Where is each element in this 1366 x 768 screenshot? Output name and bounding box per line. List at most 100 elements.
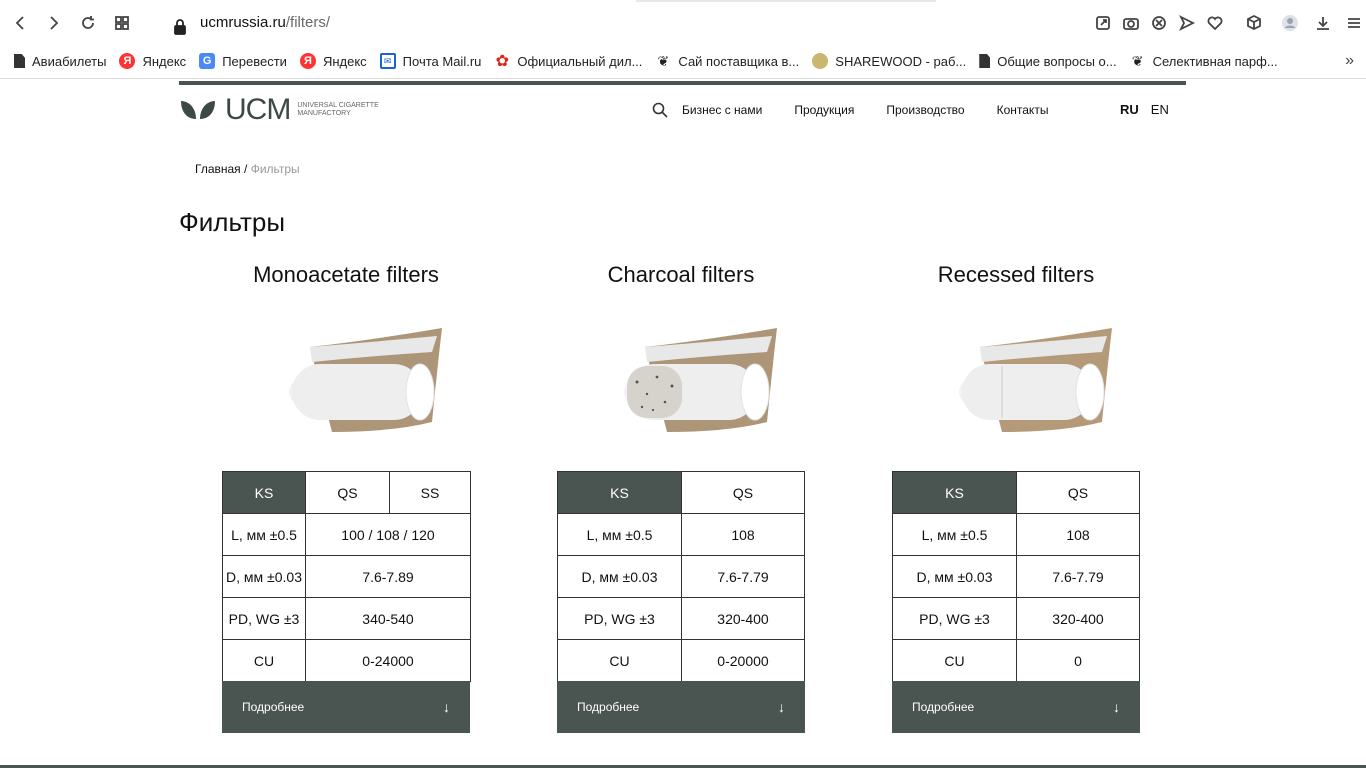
spec-value: 7.6-7.79 (681, 555, 805, 598)
breadcrumb-current: Фильтры (250, 162, 300, 176)
address-bar[interactable]: ucmrussia.ru/filters/ (200, 14, 330, 31)
back-icon[interactable] (6, 9, 34, 37)
bookmark-item[interactable]: ❦ Сай поставщика в... (655, 53, 800, 69)
bookmark-label: Яндекс (142, 53, 187, 69)
bookmarks-more-button[interactable]: » (1345, 52, 1354, 70)
heart-icon[interactable] (1201, 9, 1229, 37)
page-title: Фильтры (179, 207, 286, 237)
spec-label: L, мм ±0.5 (892, 513, 1017, 556)
breadcrumb-home[interactable]: Главная (195, 162, 241, 176)
yandex-icon: Я (299, 53, 316, 69)
send-icon[interactable] (1173, 9, 1201, 37)
arrow-down-icon: ↓ (778, 699, 785, 715)
chrome-divider (0, 78, 1366, 79)
spec-value: 108 (681, 513, 805, 556)
download-icon[interactable] (1309, 9, 1337, 37)
tab-qs[interactable]: QS (305, 471, 390, 514)
url-host: ucmrussia.ru (200, 14, 286, 31)
bookmark-label: Сай поставщика в... (678, 53, 800, 69)
spec-label: CU (557, 639, 682, 682)
tab-qs[interactable]: QS (1016, 471, 1140, 514)
camera-icon[interactable] (1117, 9, 1145, 37)
bookmark-item[interactable]: ❦ Селективная парф... (1130, 53, 1278, 69)
more-label: Подробнее (577, 700, 640, 714)
product-title: Charcoal filters (607, 262, 755, 287)
lang-ru[interactable]: RU (1120, 102, 1139, 117)
more-label: Подробнее (912, 700, 975, 714)
spec-label: PD, WG ±3 (222, 597, 306, 640)
nav-production[interactable]: Производство (886, 103, 964, 117)
bookmark-item[interactable]: Общие вопросы о... (979, 54, 1117, 69)
spec-label: D, мм ±0.03 (557, 555, 682, 598)
spec-value: 0-24000 (305, 639, 471, 682)
tab-ks[interactable]: KS (557, 471, 682, 514)
menu-icon[interactable] (1340, 9, 1366, 37)
more-button[interactable]: Подробнее ↓ (222, 681, 470, 733)
block-icon[interactable] (1145, 9, 1173, 37)
bookmark-label: Авиабилеты (32, 53, 107, 69)
table-row: L, мм ±0.5 108 (557, 513, 805, 556)
more-button[interactable]: Подробнее ↓ (557, 681, 805, 733)
share-icon[interactable] (1089, 9, 1117, 37)
table-row: CU 0-24000 (222, 639, 471, 682)
lock-icon[interactable] (166, 13, 194, 41)
breadcrumb-separator: / (244, 162, 248, 176)
spec-label: L, мм ±0.5 (557, 513, 682, 556)
translate-icon: G (199, 53, 216, 69)
more-button[interactable]: Подробнее ↓ (892, 681, 1140, 733)
search-icon[interactable] (652, 102, 668, 118)
bookmark-item[interactable]: Авиабилеты (14, 54, 106, 69)
tab-ks[interactable]: KS (222, 471, 306, 514)
bookmark-item[interactable]: Я Яндекс (119, 53, 186, 69)
lang-en[interactable]: EN (1151, 102, 1169, 117)
spec-value: 7.6-7.89 (305, 555, 471, 598)
tab-ss[interactable]: SS (389, 471, 471, 514)
specs-table: KS QS L, мм ±0.5 108 D, мм ±0.03 7.6-7.79 PD, … (557, 471, 805, 682)
table-row: CU 0 (892, 639, 1140, 682)
filter-image (587, 322, 787, 442)
language-switcher: RU EN (1120, 102, 1181, 117)
reload-icon[interactable] (74, 9, 102, 37)
forward-icon[interactable] (40, 9, 68, 37)
extensions-icon[interactable] (1240, 9, 1268, 37)
spec-value: 0-20000 (681, 639, 805, 682)
spec-value: 320-400 (1016, 597, 1140, 640)
avatar-icon[interactable] (1276, 9, 1304, 37)
spec-label: PD, WG ±3 (557, 597, 682, 640)
tab-ks[interactable]: KS (892, 471, 1017, 514)
bookmark-item[interactable]: G Перевести (199, 53, 287, 69)
table-row: CU 0-20000 (557, 639, 805, 682)
bookmark-label: Селективная парф... (1152, 53, 1278, 69)
yandex-icon: Я (119, 53, 136, 69)
bookmark-label: SHAREWOOD - раб... (835, 53, 967, 69)
product-card: Recessed filters KS QS L, мм ±0.5 108 D, мм ±… (892, 262, 1140, 733)
product-title: Recessed filters (937, 262, 1095, 287)
bookmarks-bar: Авиабилеты Я Яндекс G Перевести Я Яндекс ✉ П… (0, 46, 1366, 76)
specs-table: KS QS L, мм ±0.5 108 D, мм ±0.03 7.6-7.79 PD, … (892, 471, 1140, 682)
spec-label: L, мм ±0.5 (222, 513, 306, 556)
grid-icon[interactable] (108, 9, 136, 37)
site-logo[interactable]: UCM UNIVERSAL CIGARETTE MANUFACTORY (179, 93, 397, 126)
main-nav: Бизнес с нами Продукция Производство Кон… (652, 102, 1080, 118)
browser-toolbar: ucmrussia.ru/filters/ (0, 0, 1366, 46)
product-card: Charcoal filters KS QS L, мм ±0.5 108 D, мм ±… (557, 262, 805, 733)
spec-value: 0 (1016, 639, 1140, 682)
sharewood-icon (812, 53, 829, 69)
size-tabs: KS QS SS (222, 471, 471, 514)
tab-qs[interactable]: QS (681, 471, 805, 514)
table-row: PD, WG ±3 340-540 (222, 597, 471, 640)
bookmark-item[interactable]: Я Яндекс (299, 53, 367, 69)
bookmark-label: Перевести (222, 53, 287, 69)
bookmark-item[interactable]: ✿ Официальный дил... (494, 53, 643, 70)
specs-table: KS QS SS L, мм ±0.5 100 / 108 / 120 D, мм ±0.… (222, 471, 471, 682)
spec-label: PD, WG ±3 (892, 597, 1017, 640)
bookmark-item[interactable]: SHAREWOOD - раб... (812, 53, 966, 69)
nav-contacts[interactable]: Контакты (997, 103, 1049, 117)
bookmark-item[interactable]: ✉ Почта Mail.ru (379, 53, 481, 69)
nav-business[interactable]: Бизнес с нами (682, 103, 762, 117)
table-row: D, мм ±0.03 7.6-7.79 (557, 555, 805, 598)
nav-products[interactable]: Продукция (794, 103, 854, 117)
size-tabs: KS QS (892, 471, 1140, 514)
logo-text: UCM (225, 93, 291, 126)
document-icon (14, 54, 25, 68)
